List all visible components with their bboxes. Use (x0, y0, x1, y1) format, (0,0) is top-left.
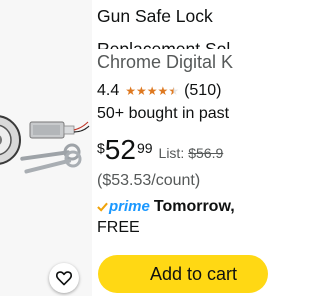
product-title-line1: Gun Safe Lock (97, 6, 213, 26)
rating-row[interactable]: 4.4 ★ ★ ★ ★ ★ (510) (97, 81, 221, 101)
star-rating: ★ ★ ★ ★ ★ (125, 85, 179, 97)
price-currency: $ (97, 140, 105, 156)
star-icon: ★ (157, 84, 169, 98)
delivery-day: Tomorrow, (153, 198, 235, 215)
half-star-icon: ★ (168, 84, 180, 98)
price-row: $ 52 99 List: $56.9 (97, 135, 223, 165)
check-icon (97, 202, 108, 212)
star-icon: ★ (125, 84, 137, 98)
price-fraction: 99 (136, 140, 153, 156)
list-price-label: List: (158, 145, 185, 161)
star-icon: ★ (136, 84, 147, 98)
unit-price: ($53.53/count) (97, 172, 201, 189)
prime-badge: prime (97, 197, 150, 217)
delivery-cost: FREE (97, 219, 140, 236)
delivery-info: prime Tomorrow, (97, 197, 235, 217)
list-price: List: $56.9 (159, 146, 224, 160)
wishlist-button[interactable] (49, 263, 79, 293)
price-whole: 52 (104, 134, 136, 165)
review-count: (510) (184, 82, 222, 99)
product-image[interactable] (0, 0, 92, 296)
list-price-value: $56.9 (188, 145, 224, 161)
rating-value: 4.4 (97, 82, 120, 99)
prime-label: prime (109, 198, 150, 215)
heart-icon (56, 271, 72, 286)
product-title-line2: Replacement Sol (97, 39, 231, 49)
product-subtitle: Chrome Digital K (97, 52, 234, 72)
star-icon: ★ (146, 84, 158, 98)
product-details: Gun Safe Lock Replacement Sol Chrome Dig… (97, 0, 247, 296)
product-title[interactable]: Gun Safe Lock Replacement Sol (97, 4, 247, 49)
product-photo (0, 115, 90, 174)
bought-count: 50+ bought in past (97, 105, 230, 122)
add-to-cart-button[interactable]: Add to cart (98, 255, 268, 293)
